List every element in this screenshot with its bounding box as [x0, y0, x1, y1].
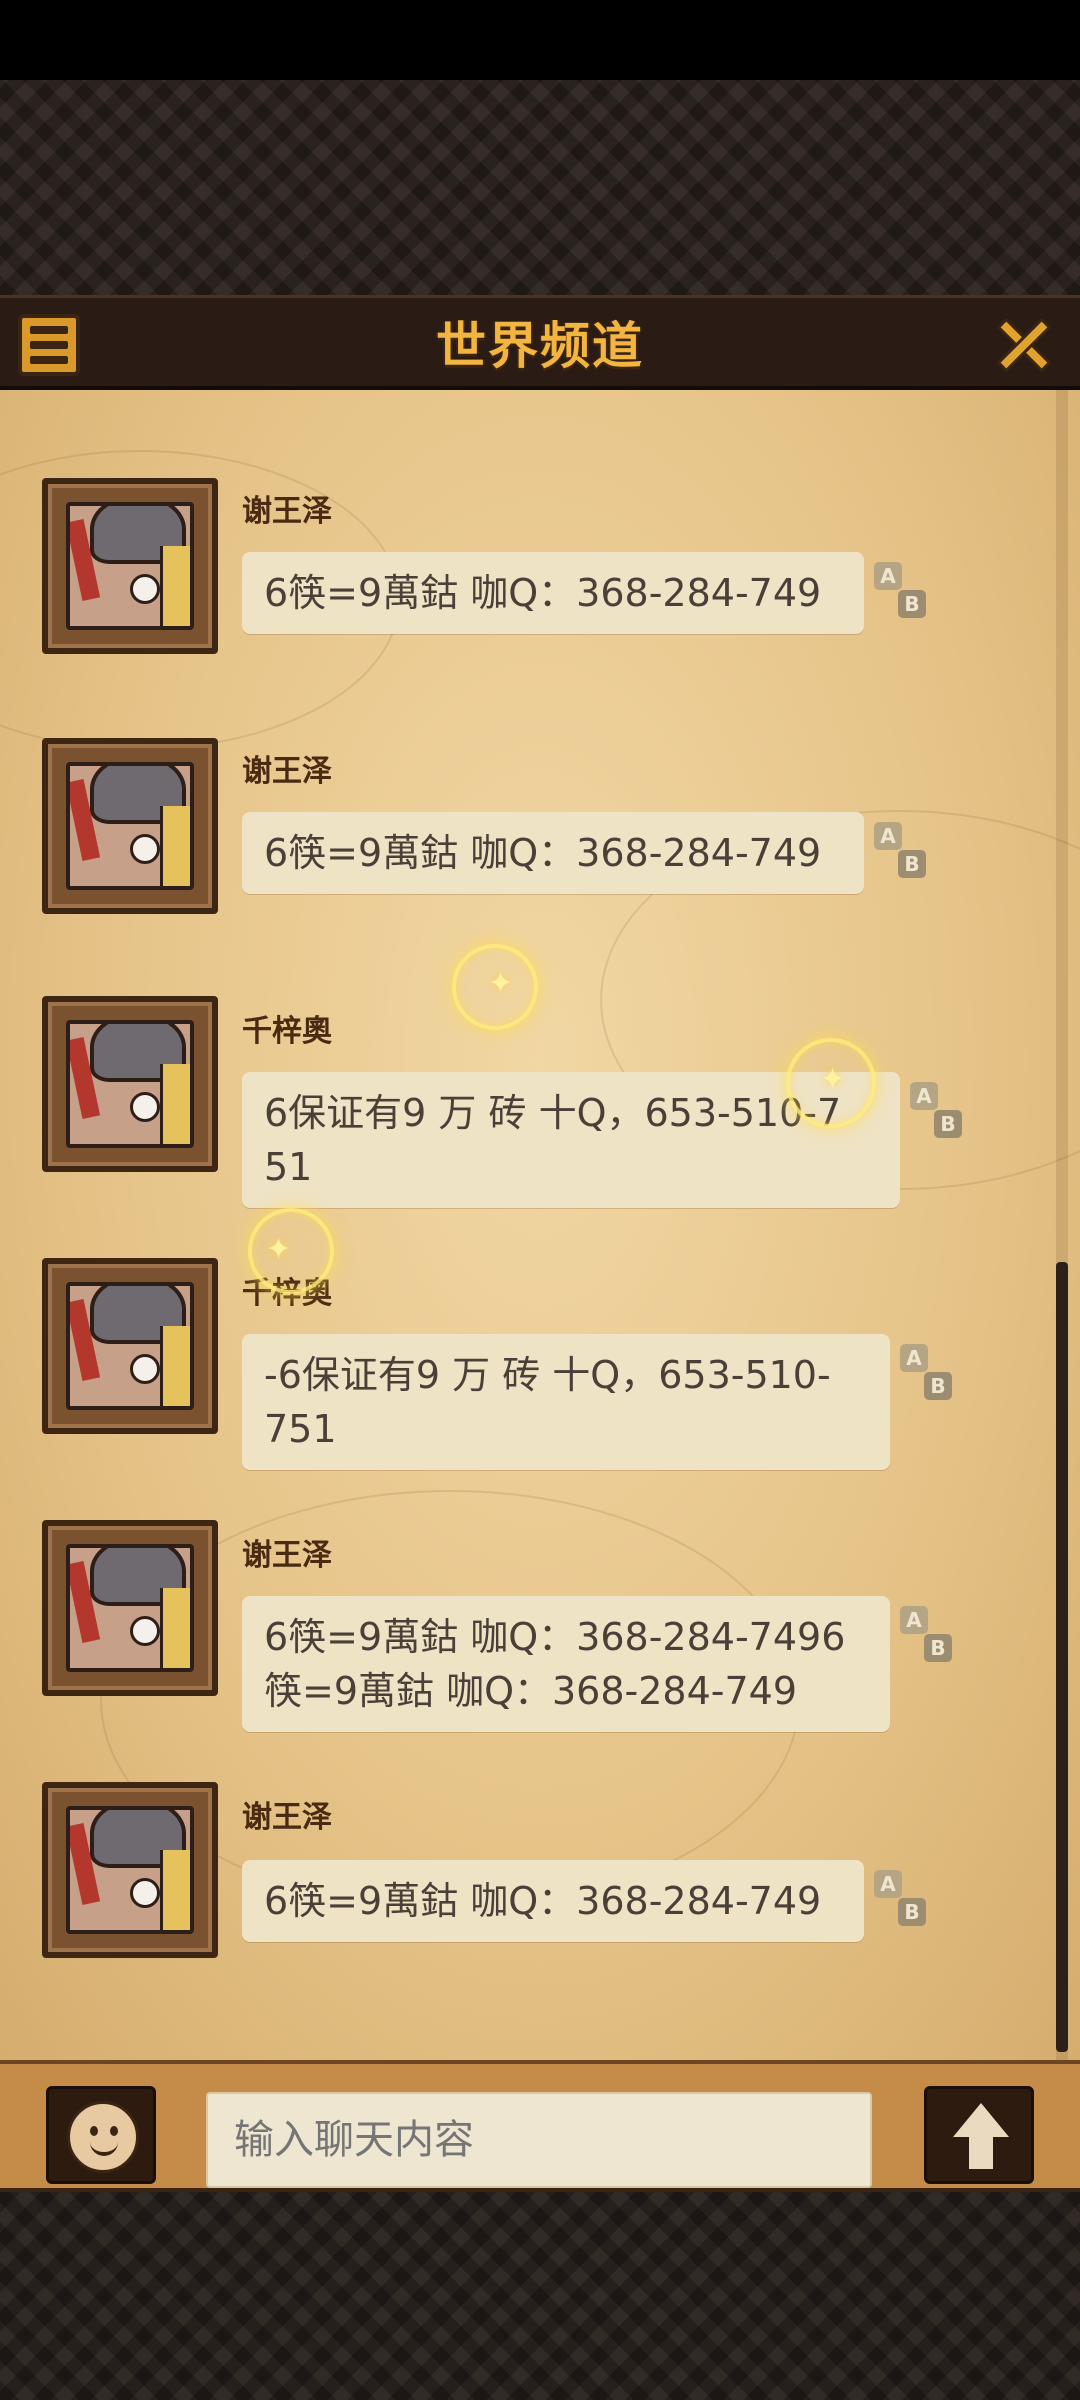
sparkle-effect: ✦ [786, 1038, 876, 1128]
chat-input-bar [0, 2060, 1080, 2192]
translate-icon[interactable]: AB [908, 1080, 964, 1142]
chat-input[interactable] [206, 2092, 872, 2188]
message-text: 6筷=9萬鈷 咖Q：368-284-749 [264, 831, 822, 875]
sender-name[interactable]: 谢王泽 [242, 746, 332, 790]
up-arrow-icon [953, 2103, 1009, 2137]
message-text-line-1: 6筷=9萬鈷 咖Q：368-284-7496 [264, 1615, 846, 1659]
message-text-line-1: 6保证有9 万 砖 十Q，653-510-7 [264, 1091, 842, 1135]
avatar[interactable] [42, 738, 218, 914]
message-text-line-1: -6保证有9 万 砖 十Q，653-510- [264, 1353, 831, 1397]
avatar[interactable] [42, 996, 218, 1172]
sender-name[interactable]: 千梓奧 [242, 1006, 332, 1050]
chat-message-list[interactable]: 谢王泽 6筷=9萬鈷 咖Q：368-284-749 AB 谢王泽 6筷=9萬鈷 … [0, 390, 1080, 2060]
message-bubble: 6筷=9萬鈷 咖Q：368-284-749 [242, 1860, 864, 1942]
status-bar [0, 0, 1080, 80]
avatar[interactable] [42, 478, 218, 654]
avatar[interactable] [42, 1782, 218, 1958]
translate-icon[interactable]: AB [872, 820, 928, 882]
decorative-top-band [0, 80, 1080, 295]
message-bubble: 6筷=9萬鈷 咖Q：368-284-749 [242, 812, 864, 894]
menu-icon[interactable] [18, 314, 80, 376]
send-button[interactable] [924, 2086, 1034, 2184]
scrollbar-thumb[interactable] [1056, 1262, 1068, 2052]
avatar[interactable] [42, 1520, 218, 1696]
sender-name[interactable]: 谢王泽 [242, 1530, 332, 1574]
close-icon[interactable] [988, 310, 1058, 380]
translate-icon[interactable]: AB [898, 1604, 954, 1666]
message-bubble: 6筷=9萬鈷 咖Q：368-284-7496 筷=9萬鈷 咖Q：368-284-… [242, 1596, 890, 1732]
header: 世界频道 [0, 295, 1080, 390]
message-text-line-2: 51 [264, 1145, 313, 1189]
avatar[interactable] [42, 1258, 218, 1434]
page-title: 世界频道 [436, 317, 644, 375]
sparkle-effect: ✦ [452, 944, 538, 1030]
message-text-line-2: 751 [264, 1407, 337, 1451]
sparkle-effect: ✦ [248, 1208, 334, 1294]
message-bubble: 6筷=9萬鈷 咖Q：368-284-749 [242, 552, 864, 634]
translate-icon[interactable]: AB [872, 1868, 928, 1930]
emoji-button[interactable] [46, 2086, 156, 2184]
sender-name[interactable]: 谢王泽 [242, 486, 332, 530]
translate-icon[interactable]: AB [898, 1342, 954, 1404]
smiley-face-icon [67, 2101, 139, 2173]
decorative-bottom-band [0, 2192, 1080, 2400]
message-bubble: -6保证有9 万 砖 十Q，653-510- 751 [242, 1334, 890, 1470]
message-text: 6筷=9萬鈷 咖Q：368-284-749 [264, 1879, 822, 1923]
sender-name[interactable]: 谢王泽 [242, 1792, 332, 1836]
message-text: 6筷=9萬鈷 咖Q：368-284-749 [264, 571, 822, 615]
message-text-line-2: 筷=9萬鈷 咖Q：368-284-749 [264, 1669, 798, 1713]
translate-icon[interactable]: AB [872, 560, 928, 622]
